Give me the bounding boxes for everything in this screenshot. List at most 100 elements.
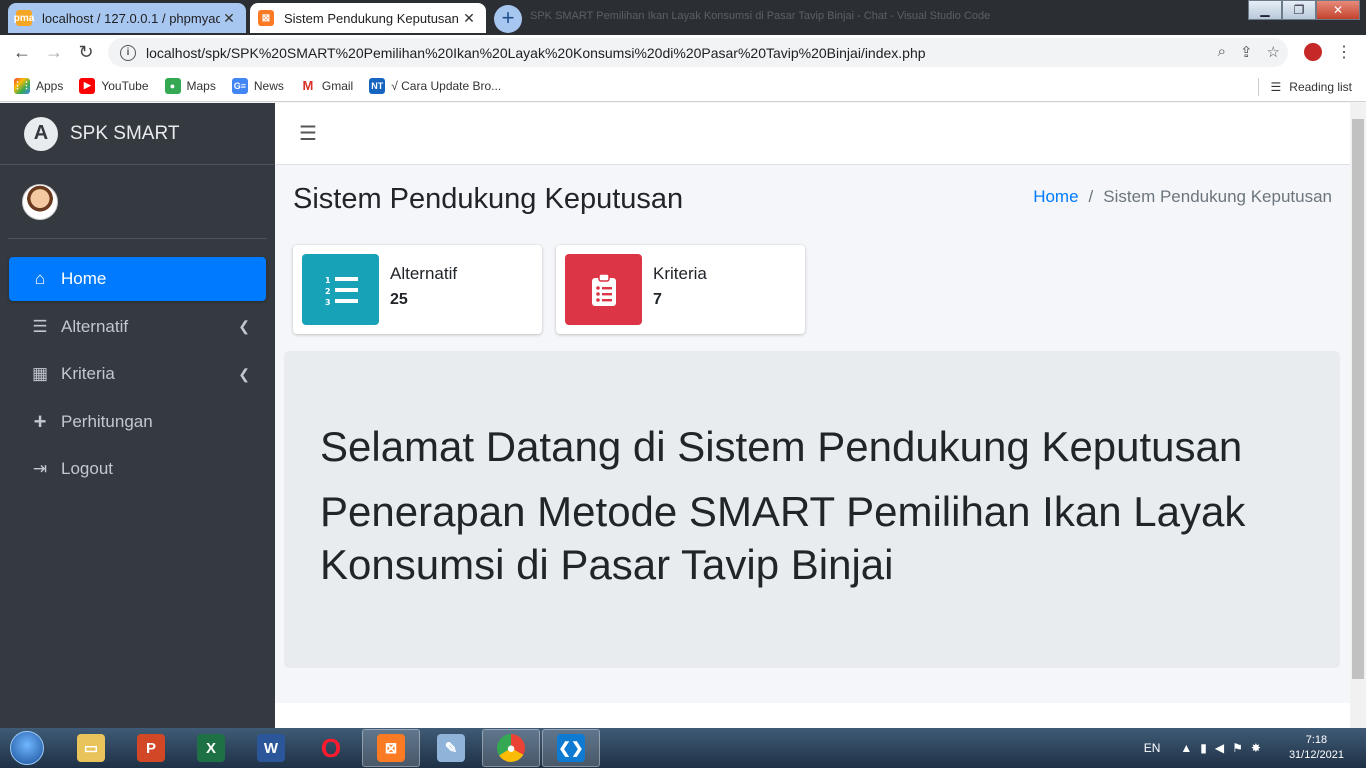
info-box-number: 7 xyxy=(653,291,662,308)
scrollbar-thumb[interactable] xyxy=(1352,119,1364,679)
opera-icon: O xyxy=(320,732,342,763)
sidebar-item-label: Perhitungan xyxy=(61,411,153,431)
forward-icon[interactable]: → xyxy=(38,42,70,63)
window-controls: ▁ ❐ ✕ xyxy=(1248,0,1360,20)
google-news-icon: G≡ xyxy=(231,77,248,94)
grid-icon: ▦ xyxy=(31,364,49,383)
info-box-alternatif: 1 2 3 Alternatif 25 xyxy=(293,245,542,334)
taskbar-file-explorer[interactable]: ▭ xyxy=(62,729,120,767)
bookmark-youtube[interactable]: ▶ YouTube xyxy=(79,77,149,94)
taskbar-word[interactable]: W xyxy=(242,729,300,767)
zoom-icon[interactable]: ⌕ xyxy=(1218,43,1226,61)
site-info-icon[interactable]: i xyxy=(120,44,136,61)
page-title: Sistem Pendukung Keputusan xyxy=(293,183,684,215)
more-menu-icon[interactable]: ⋮ xyxy=(1336,42,1352,62)
brand-text: SPK SMART xyxy=(70,122,180,144)
clock[interactable]: 7:18 31/12/2021 xyxy=(1289,733,1344,763)
sidebar-item-kriteria[interactable]: ▦ Kriteria ❮ xyxy=(9,352,266,396)
taskbar-vscode[interactable]: ❮❯ xyxy=(542,729,600,767)
sidebar-item-home[interactable]: ⌂ Home xyxy=(9,257,266,301)
language-indicator[interactable]: EN xyxy=(1144,741,1161,755)
footer xyxy=(275,703,1350,728)
xampp-icon: ⊠ xyxy=(377,734,405,762)
taskbar-excel[interactable]: X xyxy=(182,729,240,767)
start-button[interactable] xyxy=(6,728,48,768)
close-icon[interactable]: ✕ xyxy=(460,10,478,27)
tray-icons[interactable]: ▲▮◀⚑✸ xyxy=(1180,741,1269,755)
brand-logo-icon: A xyxy=(24,116,58,151)
welcome-subheading: Penerapan Metode SMART Pemilihan Ikan La… xyxy=(320,488,1246,588)
maximize-button[interactable]: ❐ xyxy=(1282,0,1316,20)
brand-link[interactable]: A SPK SMART xyxy=(0,103,275,165)
reading-list-icon: ☰ xyxy=(1270,80,1282,94)
tab-title: Sistem Pendukung Keputusan xyxy=(284,10,459,26)
close-window-button[interactable]: ✕ xyxy=(1316,0,1360,20)
svg-text:3: 3 xyxy=(325,298,331,305)
tab-spk[interactable]: ⊠ Sistem Pendukung Keputusan ✕ xyxy=(250,3,486,33)
reload-icon[interactable]: ↻ xyxy=(70,42,102,63)
breadcrumb: Home / Sistem Pendukung Keputusan xyxy=(1033,187,1332,207)
back-icon[interactable]: ← xyxy=(6,42,38,63)
new-tab-button[interactable]: + xyxy=(494,5,522,33)
avatar[interactable] xyxy=(22,183,58,220)
sidebar: A SPK SMART ⌂ Home ☰ Alternatif ❮ ▦ Krit… xyxy=(0,103,275,728)
tab-title: localhost / 127.0.0.1 / phpmyadm xyxy=(42,10,220,26)
breadcrumb-home-link[interactable]: Home xyxy=(1033,187,1078,206)
taskbar-chrome[interactable]: ● xyxy=(482,729,540,767)
xampp-icon: ⊠ xyxy=(258,10,274,26)
windows-taskbar: ▭ P X W O ⊠ ✎ ● ❮❯ EN ▲▮◀⚑✸ 7:18 31/12/2… xyxy=(0,728,1366,768)
taskbar-powerpoint[interactable]: P xyxy=(122,729,180,767)
bookmark-gmail[interactable]: M Gmail xyxy=(299,77,354,94)
bookmark-label: News xyxy=(253,78,284,93)
svg-text:1: 1 xyxy=(325,276,331,285)
taskbar-opera[interactable]: O xyxy=(302,729,360,767)
close-icon[interactable]: ✕ xyxy=(220,10,238,27)
divider xyxy=(1257,78,1259,96)
bookmark-maps[interactable]: ● Maps xyxy=(164,77,216,94)
phpmyadmin-icon: pma xyxy=(14,10,34,26)
top-navbar: ☰ xyxy=(275,103,1350,165)
sidebar-item-alternatif[interactable]: ☰ Alternatif ❮ xyxy=(9,305,266,349)
minimize-button[interactable]: ▁ xyxy=(1248,0,1282,20)
list-ol-icon: 1 2 3 xyxy=(302,254,379,325)
bookmark-label: Gmail xyxy=(321,78,354,93)
windows-logo-icon xyxy=(10,731,44,765)
profile-avatar-icon[interactable] xyxy=(1302,41,1324,63)
maps-pin-icon: ● xyxy=(164,77,181,94)
bookmark-label: Maps xyxy=(186,78,216,93)
list-ol-icon: ☰ xyxy=(32,316,48,336)
info-box-kriteria: Kriteria 7 xyxy=(556,245,805,334)
vscode-icon: ❮❯ xyxy=(557,734,585,762)
taskbar-xampp[interactable]: ⊠ xyxy=(362,729,420,767)
system-tray: EN ▲▮◀⚑✸ 7:18 31/12/2021 xyxy=(1144,728,1366,768)
info-box-label: Kriteria xyxy=(653,264,707,283)
bookmark-label: √ Cara Update Bro... xyxy=(391,78,502,93)
breadcrumb-current: Sistem Pendukung Keputusan xyxy=(1103,187,1332,206)
tab-phpmyadmin[interactable]: pma localhost / 127.0.0.1 / phpmyadm ✕ xyxy=(8,3,246,33)
hamburger-menu-icon[interactable]: ☰ xyxy=(299,121,317,146)
sidebar-item-logout[interactable]: ⇥ Logout xyxy=(9,447,266,491)
gmail-icon: M xyxy=(299,77,316,94)
url-text[interactable]: localhost/spk/SPK%20SMART%20Pemilihan%20… xyxy=(146,45,926,61)
clipboard-list-icon xyxy=(565,254,642,325)
star-icon[interactable]: ☆ xyxy=(1267,43,1280,61)
welcome-heading: Selamat Datang di Sistem Pendukung Keput… xyxy=(320,423,1243,470)
address-bar[interactable]: i localhost/spk/SPK%20SMART%20Pemilihan%… xyxy=(108,38,1288,67)
page-scrollbar[interactable] xyxy=(1350,103,1366,728)
sidebar-item-label: Kriteria xyxy=(61,364,115,383)
share-icon[interactable]: ⇪ xyxy=(1240,43,1253,61)
bookmark-apps[interactable]: ⋮⋮ Apps xyxy=(13,77,63,94)
paint-icon: ✎ xyxy=(437,734,465,762)
sidebar-item-label: Home xyxy=(61,269,107,288)
welcome-jumbotron: Selamat Datang di Sistem Pendukung Keput… xyxy=(284,351,1340,668)
reading-list-button[interactable]: ☰ Reading list xyxy=(1257,78,1352,96)
omnibox-actions: ⌕ ⇪ ☆ xyxy=(1218,43,1280,61)
bookmark-cara-update[interactable]: NT √ Cara Update Bro... xyxy=(369,77,502,94)
file-explorer-icon: ▭ xyxy=(77,734,105,762)
sidebar-item-perhitungan[interactable]: + Perhitungan xyxy=(9,400,266,444)
taskbar-paint[interactable]: ✎ xyxy=(422,729,480,767)
bookmark-news[interactable]: G≡ News xyxy=(231,77,284,94)
clock-date: 31/12/2021 xyxy=(1288,749,1344,761)
content-wrapper: ☰ Sistem Pendukung Keputusan Home / Sistem… xyxy=(275,103,1350,728)
svg-text:2: 2 xyxy=(325,287,331,296)
